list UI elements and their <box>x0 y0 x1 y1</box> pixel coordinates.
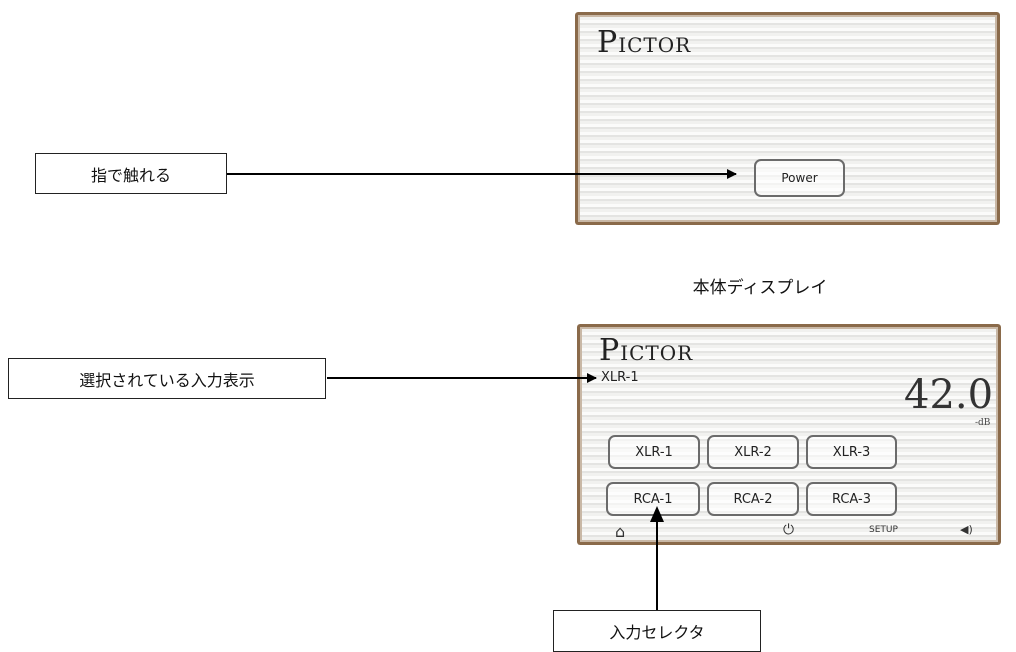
arrow-selector-head <box>650 506 664 522</box>
annotation-arrows <box>227 169 737 610</box>
